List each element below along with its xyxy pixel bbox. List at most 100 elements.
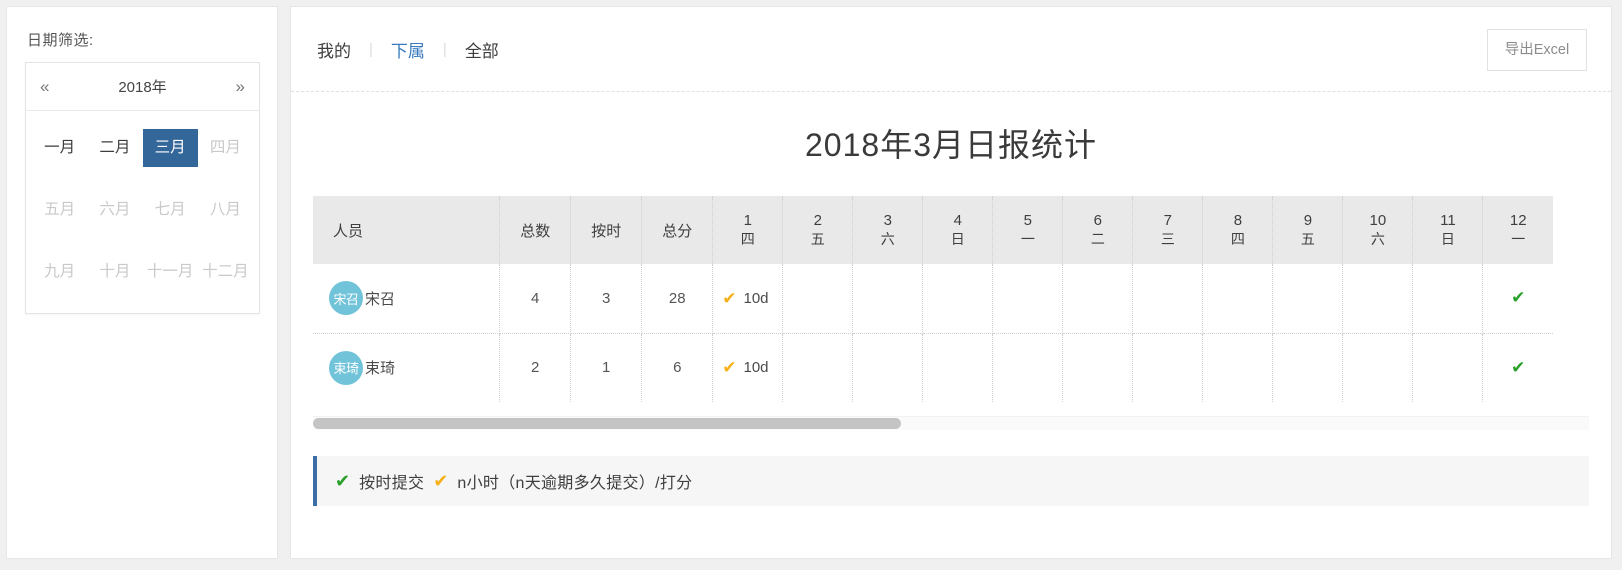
table-header-row: 人员 总数 按时 总分 1 四 2 五 3 六 4 日 5 一 6 二 7 三 … (313, 196, 1553, 264)
month-cell-jan[interactable]: 一月 (32, 129, 87, 167)
month-cell-oct[interactable]: 十月 (87, 253, 142, 291)
cell-total: 2 (499, 333, 572, 402)
month-cell-jun[interactable]: 六月 (87, 191, 142, 229)
month-cell-may[interactable]: 五月 (32, 191, 87, 229)
month-cell-dec[interactable]: 十二月 (198, 253, 253, 291)
header-day-3: 3 六 (852, 196, 924, 264)
day-weekday: 一 (1020, 231, 1035, 247)
avatar: 束琦 (329, 350, 363, 385)
day-number: 1 (743, 212, 752, 229)
day-number: 12 (1509, 212, 1527, 229)
cell-day-3 (852, 333, 924, 402)
day-number: 9 (1303, 212, 1313, 229)
header-day-4: 4 日 (922, 196, 994, 264)
month-row-gap-1 (32, 167, 253, 191)
month-cell-mar[interactable]: 三月 (142, 129, 198, 168)
legend-check-green-icon: ✔ (335, 471, 351, 491)
month-cell-feb[interactable]: 二月 (87, 129, 142, 167)
day-number: 3 (883, 212, 892, 229)
header-day-11: 11 日 (1412, 196, 1484, 264)
header-day-12: 12 一 (1482, 196, 1553, 264)
day-number: 4 (953, 212, 962, 229)
cell-day-12: ✔ (1482, 264, 1553, 334)
daily-report-table: 人员 总数 按时 总分 1 四 2 五 3 六 4 日 5 一 6 二 7 三 … (313, 196, 1553, 402)
cell-day-6 (1062, 264, 1134, 334)
cell-score: 6 (641, 333, 714, 402)
tab-mine[interactable]: 我的 (315, 37, 353, 62)
day-weekday: 四 (740, 231, 755, 247)
legend-check-orange-icon: ✔ (433, 471, 449, 491)
month-cell-apr[interactable]: 四月 (198, 129, 253, 167)
month-cell-jul[interactable]: 七月 (143, 191, 198, 229)
late-duration: 10d (743, 289, 769, 307)
month-picker-header: « 2018年 » (26, 63, 259, 111)
tab-all[interactable]: 全部 (463, 37, 501, 62)
day-number: 11 (1440, 212, 1456, 229)
cell-day-8 (1202, 264, 1274, 334)
cell-day-7 (1132, 333, 1204, 402)
legend-ontime-text: 按时提交 (359, 475, 425, 492)
cell-day-9 (1272, 333, 1344, 402)
cell-person: 宋召 宋召 (313, 264, 501, 334)
export-excel-button[interactable]: 导出Excel (1487, 29, 1587, 71)
day-weekday: 四 (1230, 231, 1245, 247)
month-cell-aug[interactable]: 八月 (198, 191, 253, 229)
prev-year-icon[interactable]: « (40, 78, 49, 95)
page-root: 日期筛选: « 2018年 » 一月 二月 三月 四月 五月 六月 七月 八月 … (0, 0, 1622, 570)
month-row-1: 一月 二月 三月 四月 (32, 129, 253, 168)
header-day-5: 5 一 (992, 196, 1064, 264)
check-orange-icon: ✔ (722, 358, 737, 378)
cell-day-5 (992, 333, 1064, 402)
cell-day-10 (1342, 264, 1414, 334)
day-weekday: 六 (880, 231, 895, 247)
person-info: 宋召 宋召 (329, 281, 498, 316)
horizontal-scrollbar-track[interactable] (313, 416, 1589, 430)
header-ontime: 按时 (570, 196, 643, 264)
tab-separator-2: | (442, 40, 447, 58)
day-weekday: 六 (1370, 231, 1385, 247)
late-duration: 10d (743, 359, 769, 377)
legend-bar: ✔ 按时提交 ✔ n小时（n天逾期多久提交）/打分 (313, 456, 1589, 506)
report-title: 2018年3月日报统计 (805, 127, 1097, 163)
month-cell-sep[interactable]: 九月 (32, 253, 87, 291)
header-day-10: 10 六 (1342, 196, 1414, 264)
person-name: 宋召 (365, 290, 396, 308)
cell-day-6 (1062, 333, 1134, 402)
cell-day-4 (922, 264, 994, 334)
horizontal-scrollbar-thumb[interactable] (313, 418, 901, 429)
month-picker: « 2018年 » 一月 二月 三月 四月 五月 六月 七月 八月 九月 十月 … (25, 62, 260, 315)
day-number: 6 (1093, 212, 1102, 229)
cell-day-2 (782, 264, 854, 334)
cell-day-12: ✔ (1482, 333, 1553, 402)
month-cell-nov[interactable]: 十一月 (143, 253, 198, 291)
header-day-7: 7 三 (1132, 196, 1204, 264)
day-weekday: 五 (810, 231, 825, 247)
cell-day-1: ✔ 10d (712, 333, 784, 402)
header-score: 总分 (641, 196, 714, 264)
cell-day-10 (1342, 333, 1414, 402)
tab-separator-1: | (369, 40, 373, 58)
table-row[interactable]: 束琦 束琦 2 1 6 ✔ 10d ✔ (313, 333, 1553, 402)
cell-day-3 (852, 264, 924, 334)
cell-day-9 (1272, 264, 1344, 334)
day-weekday: 三 (1160, 231, 1175, 247)
stats-table-wrapper: 人员 总数 按时 总分 1 四 2 五 3 六 4 日 5 一 6 二 7 三 … (313, 196, 1589, 402)
tab-subordinates[interactable]: 下属 (389, 37, 427, 62)
scope-tabs: 我的 | 下属 | 全部 (315, 37, 501, 62)
day-number: 2 (813, 212, 822, 229)
late-submission: ✔ 10d (714, 359, 781, 376)
month-grid: 一月 二月 三月 四月 五月 六月 七月 八月 九月 十月 十一月 十二月 (26, 111, 259, 313)
day-number: 8 (1233, 212, 1243, 229)
day-number: 10 (1369, 212, 1387, 229)
header-day-9: 9 五 (1272, 196, 1344, 264)
month-row-gap-2 (32, 229, 253, 253)
person-name: 束琦 (365, 360, 396, 378)
check-green-icon: ✔ (1511, 357, 1526, 377)
cell-day-1: ✔ 10d (712, 264, 784, 334)
picker-year-label[interactable]: 2018年 (49, 76, 235, 97)
next-year-icon[interactable]: » (236, 78, 245, 95)
table-row[interactable]: 宋召 宋召 4 3 28 ✔ 10d ✔ (313, 264, 1553, 334)
month-row-3: 九月 十月 十一月 十二月 (32, 253, 253, 291)
cell-day-2 (782, 333, 854, 402)
cell-day-5 (992, 264, 1064, 334)
